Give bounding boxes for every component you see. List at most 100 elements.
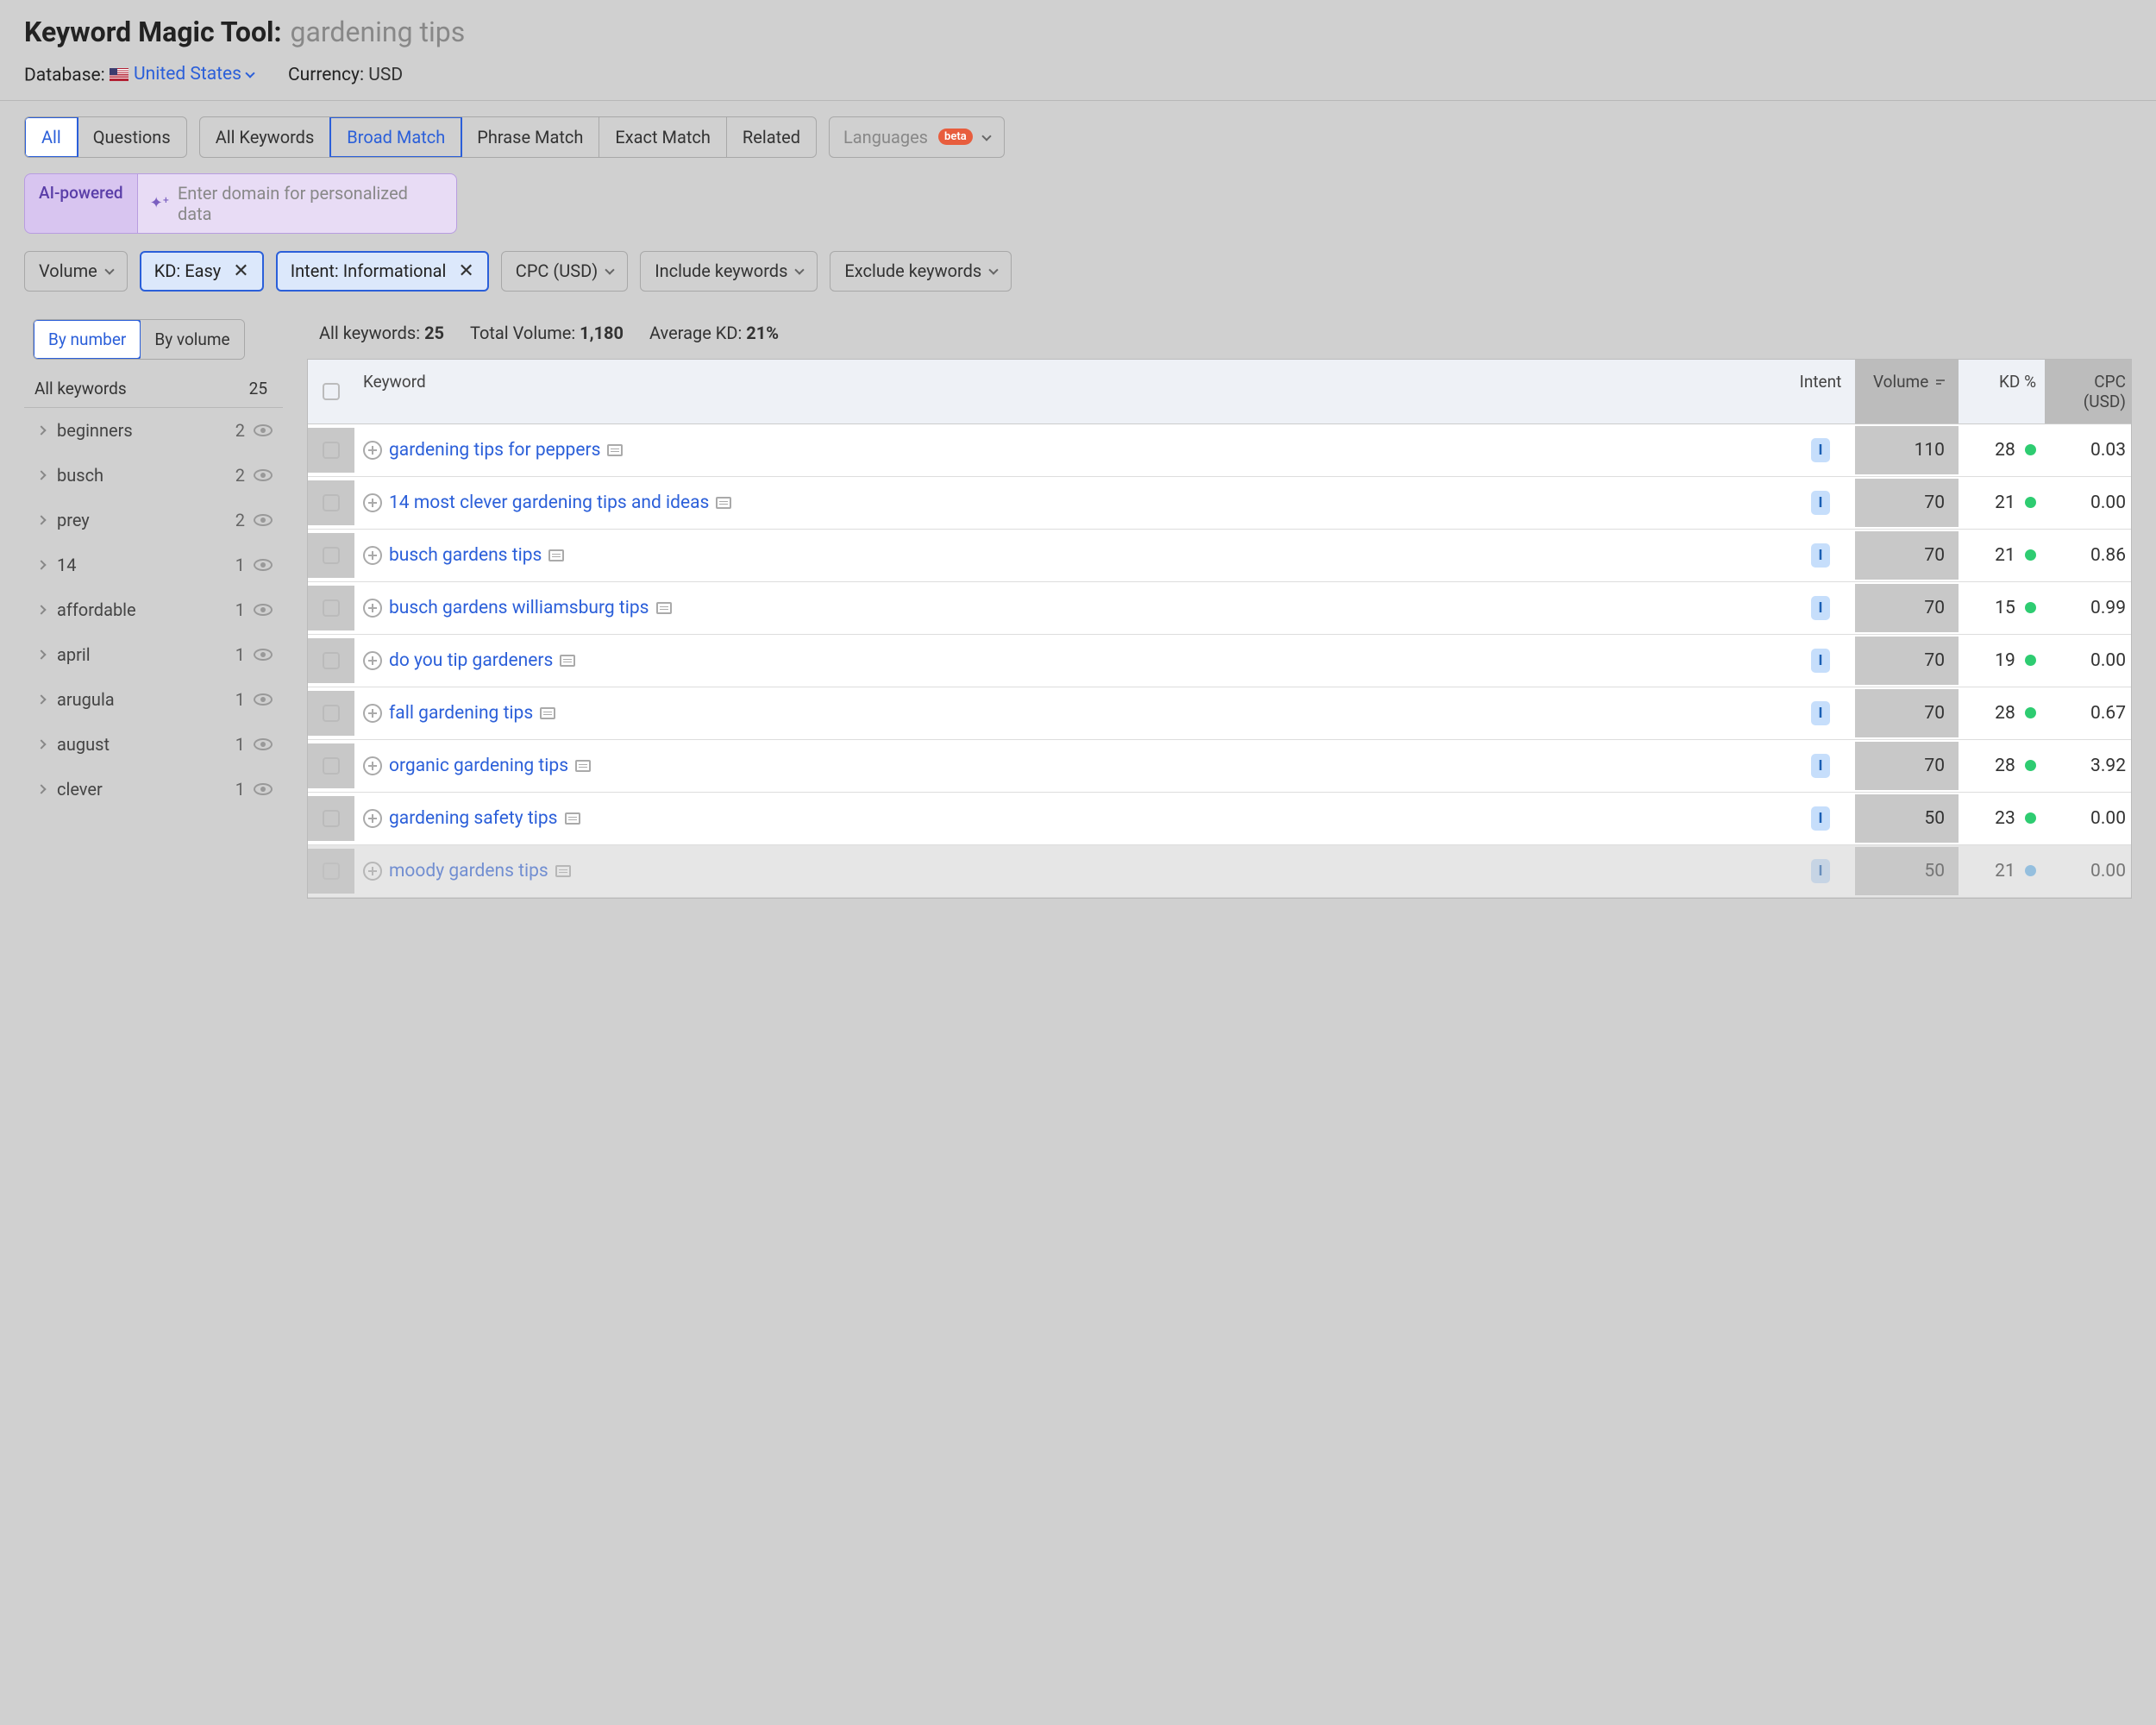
eye-icon[interactable] [254, 693, 273, 706]
filter-volume[interactable]: Volume [24, 251, 128, 292]
add-icon[interactable] [363, 493, 382, 512]
chevron-right-icon [36, 649, 46, 659]
keyword-link[interactable]: gardening tips for peppers [389, 440, 600, 461]
col-cpc[interactable]: CPC (USD) [2045, 360, 2131, 423]
table-row: organic gardening tipsI7028 3.92 [308, 740, 2131, 793]
keyword-link[interactable]: gardening safety tips [389, 808, 558, 829]
serp-icon[interactable] [565, 812, 580, 825]
close-icon[interactable]: ✕ [233, 260, 248, 282]
keyword-link[interactable]: fall gardening tips [389, 703, 533, 724]
keyword-cell: fall gardening tips [354, 689, 1786, 737]
col-intent[interactable]: Intent [1786, 360, 1855, 423]
filter-include[interactable]: Include keywords [640, 251, 818, 292]
tab-all-keywords[interactable]: All Keywords [200, 117, 331, 157]
tab-phrase-match[interactable]: Phrase Match [461, 117, 599, 157]
filter-kd[interactable]: KD: Easy✕ [140, 251, 264, 292]
keyword-link[interactable]: moody gardens tips [389, 861, 548, 881]
serp-icon[interactable] [607, 444, 623, 456]
sidebar-item-busch[interactable]: busch2 [24, 453, 283, 498]
eye-icon[interactable] [254, 649, 273, 661]
filter-exclude[interactable]: Exclude keywords [830, 251, 1012, 292]
col-volume[interactable]: Volume [1855, 360, 1959, 423]
eye-icon[interactable] [254, 604, 273, 616]
eye-icon[interactable] [254, 424, 273, 436]
volume-cell: 110 [1855, 426, 1959, 474]
row-checkbox[interactable] [308, 428, 354, 473]
eye-icon[interactable] [254, 514, 273, 526]
sidebar-item-august[interactable]: august1 [24, 722, 283, 767]
keyword-link[interactable]: organic gardening tips [389, 756, 568, 776]
keyword-link[interactable]: do you tip gardeners [389, 650, 553, 671]
difficulty-dot-icon [2025, 865, 2036, 876]
kd-cell: 21 [1959, 531, 2045, 580]
tab-related[interactable]: Related [727, 117, 816, 157]
serp-icon[interactable] [560, 655, 575, 667]
eye-icon[interactable] [254, 559, 273, 571]
filter-cpc[interactable]: CPC (USD) [501, 251, 628, 292]
intent-cell: I [1786, 635, 1855, 687]
keyword-link[interactable]: busch gardens williamsburg tips [389, 598, 649, 618]
intent-badge: I [1811, 438, 1831, 462]
col-keyword[interactable]: Keyword [354, 360, 1786, 423]
serp-icon[interactable] [540, 707, 555, 719]
cpc-cell: 0.00 [2045, 847, 2131, 895]
sidebar-item-beginners[interactable]: beginners2 [24, 408, 283, 453]
add-icon[interactable] [363, 441, 382, 460]
tab-by-volume[interactable]: By volume [141, 320, 243, 359]
add-icon[interactable] [363, 809, 382, 828]
row-checkbox[interactable] [308, 796, 354, 841]
row-checkbox[interactable] [308, 638, 354, 683]
table-row: do you tip gardenersI7019 0.00 [308, 635, 2131, 687]
row-checkbox[interactable] [308, 586, 354, 630]
add-icon[interactable] [363, 704, 382, 723]
serp-icon[interactable] [656, 602, 672, 614]
sidebar-item-arugula[interactable]: arugula1 [24, 677, 283, 722]
select-all-checkbox[interactable] [308, 360, 354, 423]
sidebar-item-prey[interactable]: prey2 [24, 498, 283, 543]
keyword-link[interactable]: busch gardens tips [389, 545, 542, 566]
chevron-right-icon [36, 784, 46, 794]
tab-broad-match[interactable]: Broad Match [329, 116, 462, 158]
eye-icon[interactable] [254, 738, 273, 750]
row-checkbox[interactable] [308, 691, 354, 736]
results-table: Keyword Intent Volume KD % CPC (USD) gar… [307, 359, 2132, 899]
filter-intent[interactable]: Intent: Informational✕ [276, 251, 489, 292]
row-checkbox[interactable] [308, 849, 354, 894]
sidebar-all-keywords[interactable]: All keywords25 [24, 370, 283, 408]
languages-dropdown[interactable]: Languages beta [829, 116, 1005, 158]
col-kd[interactable]: KD % [1959, 360, 2045, 423]
sidebar-item-affordable[interactable]: affordable1 [24, 587, 283, 632]
tab-questions[interactable]: Questions [78, 117, 186, 157]
tab-all[interactable]: All [24, 116, 78, 158]
domain-input[interactable]: ✦⁺ Enter domain for personalized data [138, 173, 457, 234]
add-icon[interactable] [363, 651, 382, 670]
cpc-cell: 0.67 [2045, 689, 2131, 737]
serp-icon[interactable] [575, 760, 591, 772]
serp-icon[interactable] [555, 865, 571, 877]
keyword-cell: busch gardens williamsburg tips [354, 584, 1786, 632]
tool-name: Keyword Magic Tool: [24, 16, 282, 48]
sidebar-item-14[interactable]: 141 [24, 543, 283, 587]
row-checkbox[interactable] [308, 743, 354, 788]
serp-icon[interactable] [716, 497, 731, 509]
tab-exact-match[interactable]: Exact Match [599, 117, 727, 157]
add-icon[interactable] [363, 756, 382, 775]
eye-icon[interactable] [254, 469, 273, 481]
row-checkbox[interactable] [308, 533, 354, 578]
add-icon[interactable] [363, 546, 382, 565]
add-icon[interactable] [363, 599, 382, 618]
eye-icon[interactable] [254, 783, 273, 795]
row-checkbox[interactable] [308, 480, 354, 525]
serp-icon[interactable] [548, 549, 564, 561]
cpc-cell: 0.00 [2045, 479, 2131, 527]
search-query: gardening tips [291, 16, 466, 48]
sidebar-item-april[interactable]: april1 [24, 632, 283, 677]
add-icon[interactable] [363, 862, 382, 881]
close-icon[interactable]: ✕ [458, 260, 473, 282]
table-row: moody gardens tipsI5021 0.00 [308, 845, 2131, 898]
database-selector[interactable]: Database: United States [24, 64, 254, 86]
tab-by-number[interactable]: By number [33, 319, 141, 360]
keyword-link[interactable]: 14 most clever gardening tips and ideas [389, 492, 709, 513]
sidebar-item-clever[interactable]: clever1 [24, 767, 283, 812]
kd-cell: 15 [1959, 584, 2045, 632]
